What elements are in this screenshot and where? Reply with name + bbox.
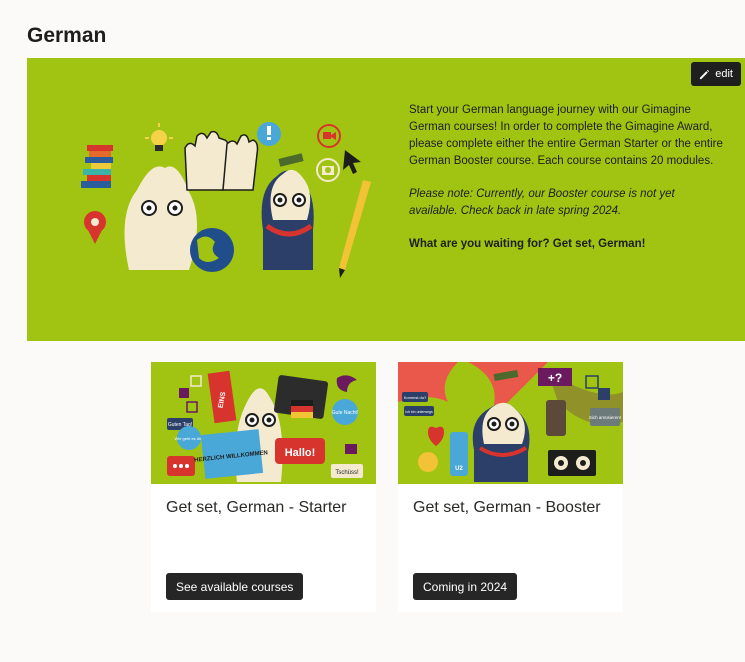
- camera-icon: [316, 158, 340, 182]
- wie-gehts-text: Wie geht es dir?: [175, 436, 205, 441]
- course-card-starter[interactable]: Guten Tag! Wie geht es dir? EINS HERZLIC…: [151, 362, 376, 612]
- lightbulb-icon: [145, 123, 173, 151]
- pencil-drawing: [339, 180, 371, 278]
- see-available-courses-button[interactable]: See available courses: [166, 573, 304, 600]
- plus-question-text: +?: [548, 371, 562, 385]
- hero-illustration: [81, 122, 371, 278]
- course-title[interactable]: Get set, German - Starter: [166, 498, 366, 518]
- hallo-text: Hallo!: [285, 447, 316, 459]
- edit-label: edit: [715, 68, 733, 80]
- high-five-hands: [184, 130, 259, 191]
- hero-intro: Start your German language journey with …: [409, 104, 723, 167]
- hero-banner: edit Start your German language journey …: [27, 58, 745, 341]
- sich-amuesieren-text: Sich amüsieren!: [589, 415, 621, 420]
- gute-nacht-text: Gute Nacht!: [332, 410, 359, 416]
- tschuess-text: Tschüss!: [335, 470, 359, 476]
- books-icon: [81, 145, 113, 188]
- hero-note: Please note: Currently, our Booster cour…: [409, 188, 675, 217]
- hero-description: Start your German language journey with …: [409, 102, 725, 269]
- character-right: [261, 153, 314, 270]
- course-card-booster[interactable]: Kommst du? Ich bin unterwegs U2 +? Sich …: [398, 362, 623, 612]
- video-icon: [317, 124, 341, 148]
- pencil-icon: [700, 69, 710, 79]
- exclamation-bubble-icon: [257, 122, 281, 146]
- globe-icon: [190, 228, 234, 272]
- page-title: German: [27, 24, 107, 47]
- edit-button[interactable]: edit: [691, 62, 741, 86]
- course-title[interactable]: Get set, German - Booster: [413, 498, 613, 518]
- kommst-du-text: Kommst du?: [404, 395, 427, 400]
- u2-text: U2: [455, 466, 463, 472]
- map-pin-icon: [84, 211, 106, 244]
- cursor-icon: [343, 150, 361, 174]
- bin-unterwegs-text: Ich bin unterwegs: [405, 410, 433, 414]
- coming-in-2024-button[interactable]: Coming in 2024: [413, 573, 518, 600]
- hero-cta: What are you waiting for? Get set, Germa…: [409, 238, 646, 250]
- starter-card-image: Guten Tag! Wie geht es dir? EINS HERZLIC…: [151, 362, 376, 484]
- booster-card-image: Kommst du? Ich bin unterwegs U2 +? Sich …: [398, 362, 623, 484]
